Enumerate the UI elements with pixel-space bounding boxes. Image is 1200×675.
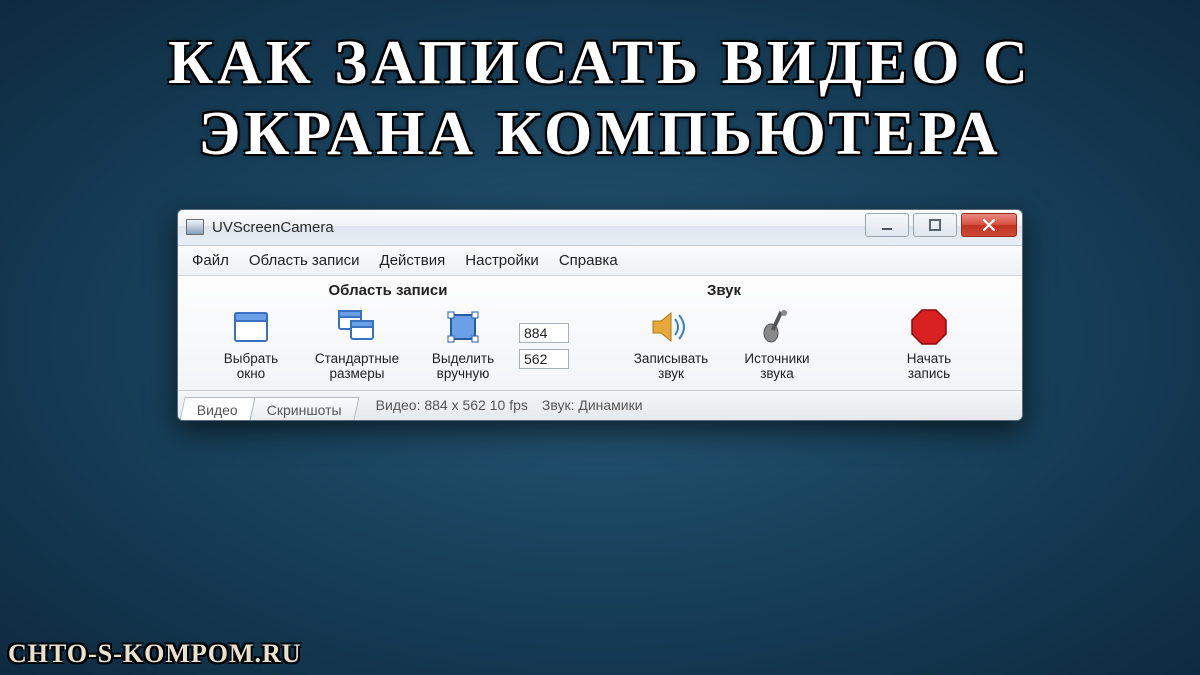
start-record-button[interactable]: Начать запись (879, 303, 979, 382)
titlebar[interactable]: UVScreenCamera (178, 210, 1022, 246)
record-icon (907, 305, 951, 349)
close-button[interactable] (961, 213, 1017, 237)
maximize-button[interactable] (913, 213, 957, 237)
start-record-label: Начать запись (907, 351, 951, 382)
toolbar: Область записи Выбрать окно (178, 276, 1022, 390)
record-sound-button[interactable]: Записывать звук (621, 303, 721, 382)
crop-icon (441, 305, 485, 349)
menu-actions[interactable]: Действия (380, 252, 446, 269)
window-title: UVScreenCamera (212, 219, 865, 236)
menu-help[interactable]: Справка (559, 252, 618, 269)
menubar: Файл Область записи Действия Настройки С… (178, 246, 1022, 276)
menu-settings[interactable]: Настройки (465, 252, 539, 269)
tab-screenshots[interactable]: Скриншоты (249, 397, 359, 421)
menu-file[interactable]: Файл (192, 252, 229, 269)
status-video: Видео: 884 x 562 10 fps (376, 397, 528, 413)
menu-area[interactable]: Область записи (249, 252, 360, 269)
window-icon (229, 305, 273, 349)
standard-sizes-label: Стандартные размеры (315, 351, 399, 382)
select-window-button[interactable]: Выбрать окно (201, 303, 301, 382)
status-sound: Звук: Динамики (542, 397, 643, 413)
standard-sizes-icon (335, 305, 379, 349)
statusbar: Видео Скриншоты Видео: 884 x 562 10 fps … (178, 390, 1022, 420)
group-sound-heading: Звук (614, 282, 834, 299)
sound-sources-label: Источники звука (744, 351, 809, 382)
select-manual-label: Выделить вручную (432, 351, 494, 382)
select-manual-button[interactable]: Выделить вручную (413, 303, 513, 382)
minimize-button[interactable] (865, 213, 909, 237)
standard-sizes-button[interactable]: Стандартные размеры (307, 303, 407, 382)
page-headline: КАК ЗАПИСАТЬ ВИДЕО С ЭКРАНА КОМПЬЮТЕРА (0, 0, 1200, 171)
group-area-heading: Область записи (188, 282, 588, 299)
tab-video[interactable]: Видео (179, 397, 255, 421)
height-input[interactable] (519, 349, 569, 369)
site-watermark: CHTO-S-KOMPOM.RU (8, 639, 302, 669)
width-input[interactable] (519, 323, 569, 343)
app-window: UVScreenCamera Файл Область записи Дейст… (177, 209, 1023, 421)
microphone-icon (755, 305, 799, 349)
record-sound-label: Записывать звук (634, 351, 708, 382)
select-window-label: Выбрать окно (224, 351, 278, 382)
app-icon (186, 219, 204, 235)
sound-sources-button[interactable]: Источники звука (727, 303, 827, 382)
speaker-icon (649, 305, 693, 349)
